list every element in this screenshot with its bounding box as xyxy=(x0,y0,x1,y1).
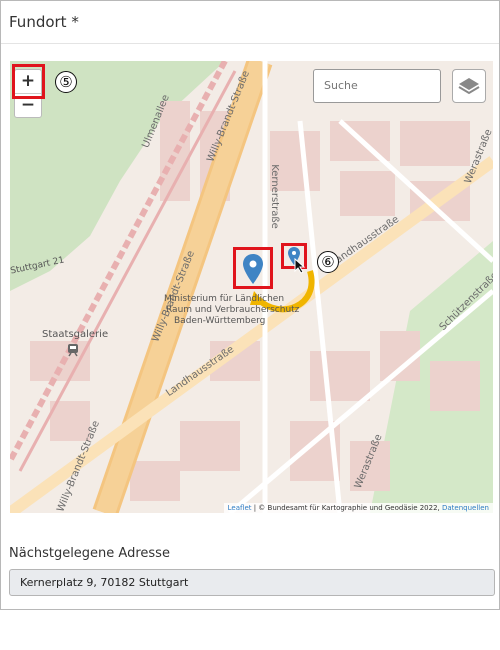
callout-number: ⑥ xyxy=(317,251,339,273)
map-label-ministry: Raum und Verbraucherschutz xyxy=(166,305,300,315)
divider xyxy=(1,43,499,44)
layers-button[interactable] xyxy=(452,69,486,103)
panel-title: Fundort * xyxy=(9,13,79,31)
leaflet-link[interactable]: Leaflet xyxy=(228,504,252,512)
map-label-ministry: Baden-Württemberg xyxy=(174,316,266,326)
address-field: Kernerplatz 9, 70182 Stuttgart xyxy=(9,569,495,596)
map-attribution: Leaflet | © Bundesamt für Kartographie u… xyxy=(223,503,493,513)
map-marker-icon[interactable] xyxy=(243,254,263,284)
zoom-highlight xyxy=(12,64,45,99)
train-station-icon xyxy=(68,344,78,357)
cursor-icon xyxy=(294,258,306,274)
street-label: Kernerstraße xyxy=(268,164,280,229)
attribution-text: | © Bundesamt für Kartographie und Geodä… xyxy=(251,504,442,512)
layers-icon xyxy=(458,78,480,95)
map-label-ministry: Ministerium für Ländlichen xyxy=(164,294,285,304)
search-box[interactable] xyxy=(313,69,441,103)
search-input[interactable] xyxy=(322,78,436,93)
data-sources-link[interactable]: Datenquellen xyxy=(442,504,489,512)
address-label: Nächstgelegene Adresse xyxy=(9,546,170,561)
map-label-museum: Staatsgalerie xyxy=(42,329,109,340)
map-view[interactable]: Willy-Brandt-Straße Willy-Brandt-Straße … xyxy=(10,61,493,513)
callout-number: ⑤ xyxy=(55,71,77,93)
location-panel: Fundort * Willy-Brandt-Straße Willy-Bran… xyxy=(0,0,500,610)
